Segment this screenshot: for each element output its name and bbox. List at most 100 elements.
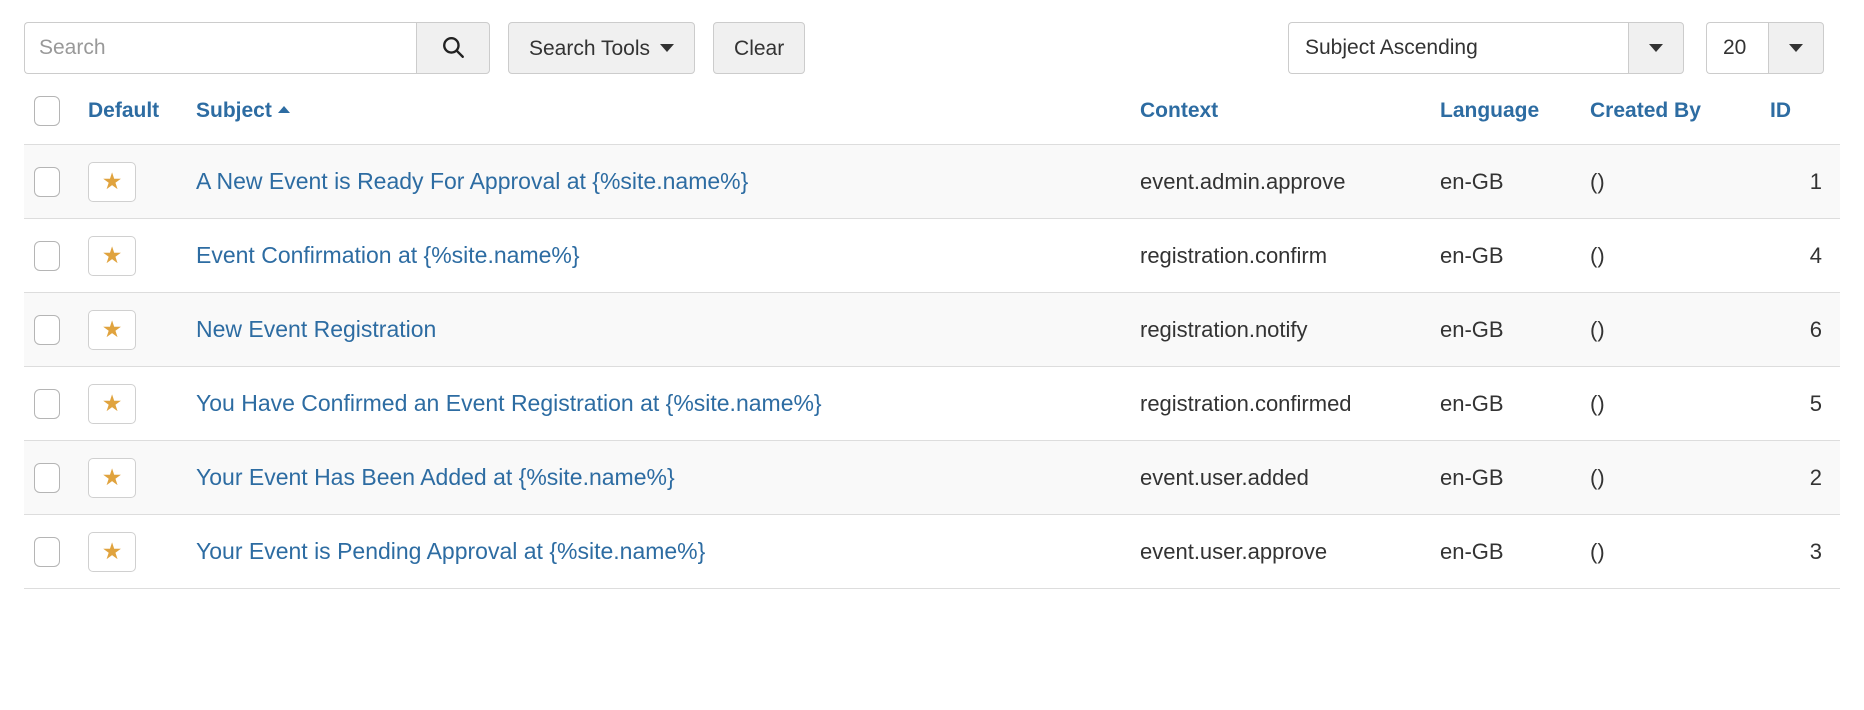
row-checkbox[interactable]: [34, 462, 60, 493]
row-select-cell: [24, 440, 88, 515]
row-checkbox[interactable]: [34, 166, 60, 197]
row-default-cell: ★: [88, 366, 196, 441]
table-row: ★ Event Confirmation at {%site.name%} regi…: [24, 218, 1840, 293]
header-id: ID: [1770, 88, 1840, 145]
subject-link[interactable]: Your Event Has Been Added at {%site.name…: [196, 464, 675, 490]
header-language-link[interactable]: Language: [1440, 99, 1539, 122]
row-select-cell: [24, 366, 88, 441]
row-select-cell: [24, 292, 88, 367]
header-created-by-link[interactable]: Created By: [1590, 99, 1701, 122]
row-language-cell: en-GB: [1440, 144, 1590, 219]
search-tools-button[interactable]: Search Tools: [508, 22, 696, 74]
default-star-button[interactable]: ★: [88, 235, 136, 276]
row-checkbox[interactable]: [34, 314, 60, 345]
row-id-cell: 2: [1770, 440, 1840, 515]
search-group: [24, 22, 490, 74]
table-row: ★ Your Event Has Been Added at {%site.nam…: [24, 440, 1840, 515]
header-id-link[interactable]: ID: [1770, 99, 1791, 122]
row-language-cell: en-GB: [1440, 292, 1590, 367]
default-star-button[interactable]: ★: [88, 457, 136, 498]
row-select-cell: [24, 514, 88, 589]
row-context-cell: registration.confirmed: [1140, 366, 1440, 441]
header-default: Default: [88, 88, 196, 145]
toolbar-right-group: Subject Ascending 20: [1288, 22, 1840, 74]
search-input[interactable]: [24, 22, 416, 74]
row-created-by-cell: (): [1590, 144, 1770, 219]
star-icon: ★: [101, 390, 123, 416]
row-created-by-cell: (): [1590, 218, 1770, 293]
default-star-button[interactable]: ★: [88, 383, 136, 424]
row-checkbox[interactable]: [34, 388, 60, 419]
sort-select[interactable]: Subject Ascending: [1288, 22, 1684, 74]
row-id-cell: 3: [1770, 514, 1840, 589]
chevron-down-icon: [660, 44, 675, 52]
row-subject-cell: Your Event Has Been Added at {%site.name…: [196, 440, 1140, 515]
clear-button[interactable]: Clear: [713, 22, 806, 74]
email-templates-list-page: Search Tools Clear Subject Ascending 20: [0, 0, 1864, 710]
default-star-button[interactable]: ★: [88, 309, 136, 350]
row-created-by-cell: (): [1590, 366, 1770, 441]
subject-link[interactable]: New Event Registration: [196, 316, 436, 342]
header-default-link[interactable]: Default: [88, 99, 159, 122]
table-header: Default Subject Context Language Created…: [24, 88, 1840, 145]
row-subject-cell: You Have Confirmed an Event Registration…: [196, 366, 1140, 441]
row-context-cell: event.admin.approve: [1140, 144, 1440, 219]
list-limit-select[interactable]: 20: [1706, 22, 1824, 74]
row-select-cell: [24, 144, 88, 219]
default-star-button[interactable]: ★: [88, 161, 136, 202]
row-language-cell: en-GB: [1440, 218, 1590, 293]
row-subject-cell: A New Event is Ready For Approval at {%s…: [196, 144, 1140, 219]
chevron-down-icon: [1649, 44, 1663, 52]
row-default-cell: ★: [88, 292, 196, 367]
table-row: ★ Your Event is Pending Approval at {%sit…: [24, 514, 1840, 589]
search-submit-button[interactable]: [416, 22, 490, 74]
search-tools-label: Search Tools: [529, 36, 651, 60]
row-default-cell: ★: [88, 144, 196, 219]
row-subject-cell: Event Confirmation at {%site.name%}: [196, 218, 1140, 293]
list-limit-arrow-button[interactable]: [1768, 22, 1824, 74]
default-star-button[interactable]: ★: [88, 531, 136, 572]
row-id-cell: 6: [1770, 292, 1840, 367]
header-context-link[interactable]: Context: [1140, 99, 1218, 122]
star-icon: ★: [101, 316, 123, 342]
row-language-cell: en-GB: [1440, 514, 1590, 589]
table-body: ★ A New Event is Ready For Approval at {%…: [24, 144, 1840, 589]
list-limit-value[interactable]: 20: [1706, 22, 1768, 74]
subject-link[interactable]: Event Confirmation at {%site.name%}: [196, 242, 580, 268]
row-default-cell: ★: [88, 440, 196, 515]
row-default-cell: ★: [88, 514, 196, 589]
subject-link[interactable]: A New Event is Ready For Approval at {%s…: [196, 168, 748, 194]
star-icon: ★: [101, 168, 123, 194]
email-templates-table: Default Subject Context Language Created…: [24, 88, 1840, 589]
row-language-cell: en-GB: [1440, 440, 1590, 515]
header-subject-link[interactable]: Subject: [196, 99, 272, 122]
row-id-cell: 5: [1770, 366, 1840, 441]
row-created-by-cell: (): [1590, 440, 1770, 515]
sort-select-value[interactable]: Subject Ascending: [1288, 22, 1628, 74]
row-context-cell: registration.confirm: [1140, 218, 1440, 293]
table-row: ★ You Have Confirmed an Event Registratio…: [24, 366, 1840, 441]
toolbar-left-group: Search Tools Clear: [24, 22, 806, 74]
row-default-cell: ★: [88, 218, 196, 293]
clear-label: Clear: [734, 36, 785, 60]
sort-select-arrow-button[interactable]: [1628, 22, 1684, 74]
list-toolbar: Search Tools Clear Subject Ascending 20: [0, 0, 1864, 96]
subject-link[interactable]: Your Event is Pending Approval at {%site…: [196, 538, 705, 564]
row-created-by-cell: (): [1590, 292, 1770, 367]
row-select-cell: [24, 218, 88, 293]
header-select-all: [24, 88, 88, 145]
row-subject-cell: Your Event is Pending Approval at {%site…: [196, 514, 1140, 589]
row-context-cell: event.user.approve: [1140, 514, 1440, 589]
row-checkbox[interactable]: [34, 536, 60, 567]
subject-link[interactable]: You Have Confirmed an Event Registration…: [196, 390, 822, 416]
chevron-down-icon: [1789, 44, 1803, 52]
header-subject: Subject: [196, 88, 1140, 145]
header-created-by: Created By: [1590, 88, 1770, 145]
sort-ascending-icon: [277, 106, 290, 113]
row-context-cell: event.user.added: [1140, 440, 1440, 515]
row-language-cell: en-GB: [1440, 366, 1590, 441]
row-checkbox[interactable]: [34, 240, 60, 271]
star-icon: ★: [101, 242, 123, 268]
table-row: ★ New Event Registration registration.noti…: [24, 292, 1840, 367]
select-all-checkbox[interactable]: [34, 96, 60, 126]
